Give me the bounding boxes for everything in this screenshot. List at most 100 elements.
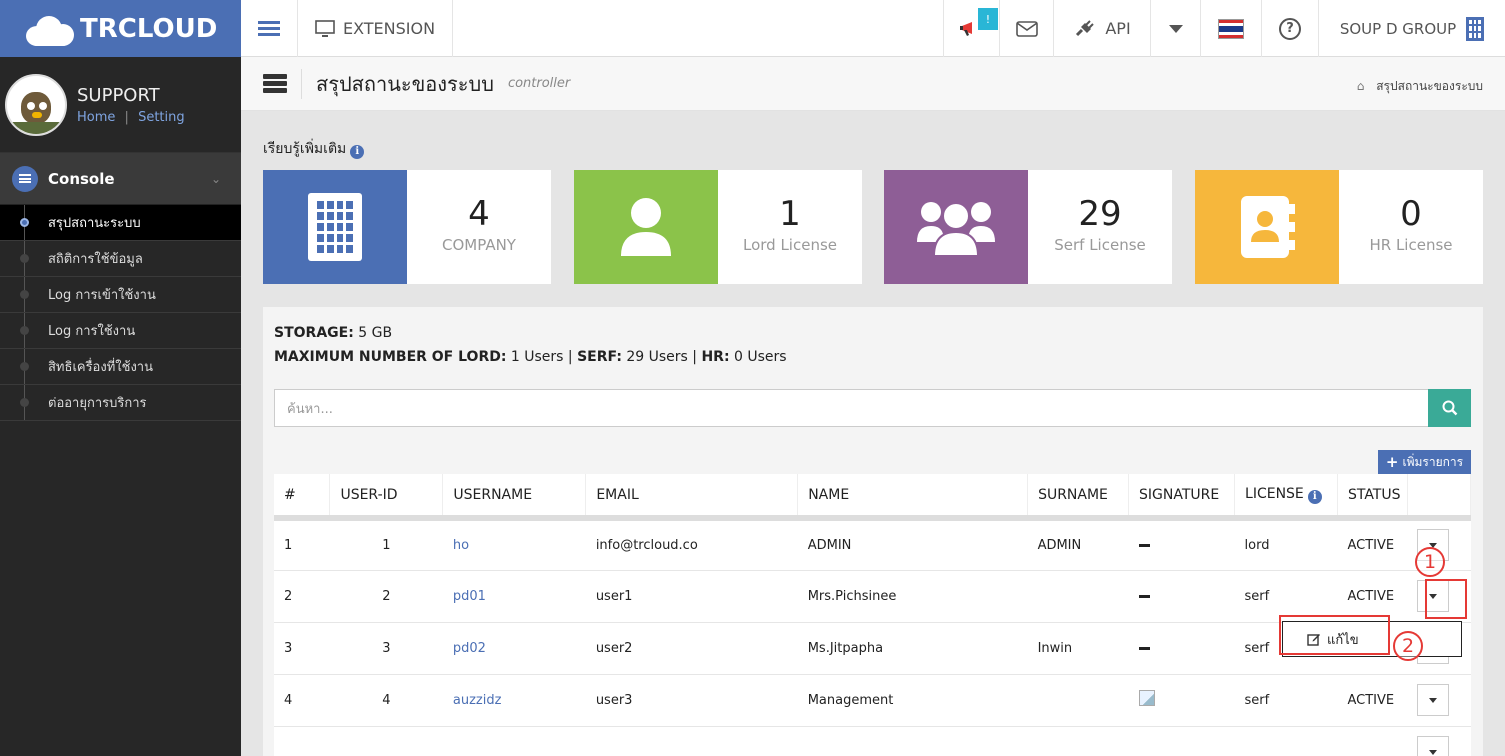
sidebar-item-label: สถิติการใช้ข้อมูล — [48, 252, 143, 267]
page-title: สรุปสถานะของระบบ — [316, 71, 494, 96]
storage-value: 5 GB — [358, 325, 393, 341]
notification-badge: ! — [978, 8, 998, 30]
learn-more[interactable]: เรียบรู้เพิ่มเติม i — [263, 138, 365, 160]
annotation-number-2: 2 — [1393, 631, 1423, 661]
cell-signature — [1128, 674, 1235, 727]
brand-name-rest: CLOUD — [117, 13, 218, 44]
annotation-highlight-edit — [1279, 615, 1390, 655]
info-icon[interactable]: i — [1307, 489, 1322, 504]
avatar[interactable] — [5, 73, 67, 136]
extension-button[interactable]: EXTENSION — [298, 0, 453, 57]
hr-license-count: 0 — [1400, 194, 1422, 234]
console-section-toggle[interactable]: Console ⌄ — [0, 153, 241, 205]
row-actions-dropdown[interactable] — [1417, 736, 1450, 756]
caret-down-icon — [1429, 697, 1438, 703]
search-button[interactable] — [1428, 389, 1471, 427]
announcement-button[interactable]: ! — [943, 0, 1000, 57]
add-item-button[interactable]: + เพิ่มรายการ — [1378, 450, 1471, 474]
caret-down-icon — [1429, 749, 1438, 755]
server-icon — [263, 72, 287, 95]
cell-surname: Inwin — [1027, 622, 1129, 675]
sidebar: SUPPORT Home | Setting Console ⌄ สรุปสถา… — [0, 57, 241, 756]
column-header-username[interactable]: USERNAME — [442, 474, 587, 521]
top-bar: TRCLOUD EXTENSION ! API ? SOUP D GROUP — [0, 0, 1505, 57]
stat-card-serf-license: 29 Serf License — [884, 170, 1172, 284]
add-item-label: เพิ่มรายการ — [1402, 454, 1464, 469]
info-icon[interactable]: i — [350, 145, 365, 159]
column-header-license[interactable]: LICENSE i — [1234, 474, 1338, 521]
sidebar-item-data-usage-stats[interactable]: สถิติการใช้ข้อมูล — [0, 241, 241, 277]
column-header-name[interactable]: NAME — [797, 474, 1029, 521]
learn-more-label: เรียบรู้เพิ่มเติม — [263, 141, 347, 157]
page-subtitle: controller — [507, 76, 571, 91]
monitor-icon — [315, 19, 335, 37]
sidebar-item-label: Log การเข้าใช้งาน — [48, 288, 156, 303]
sidebar-item-device-permissions[interactable]: สิทธิเครื่องที่ใช้งาน — [0, 349, 241, 385]
bullet-icon — [20, 218, 29, 227]
sidebar-item-renew-service[interactable]: ต่ออายุการบริการ — [0, 385, 241, 421]
cell-name: Ms.Jitpapha — [797, 622, 1028, 675]
cell-name: ADMIN — [797, 518, 1028, 571]
cell-signature — [1128, 518, 1235, 571]
lord-license-count: 1 — [779, 194, 801, 234]
messages-button[interactable] — [1000, 0, 1054, 57]
cell-username-link[interactable]: ho — [442, 518, 586, 571]
envelope-icon — [1015, 20, 1038, 37]
sidebar-item-label: สรุปสถานะระบบ — [48, 216, 141, 231]
setting-link[interactable]: Setting — [138, 110, 185, 125]
column-header-signature[interactable]: SIGNATURE — [1128, 474, 1236, 521]
extension-label: EXTENSION — [342, 19, 436, 38]
home-link[interactable]: Home — [77, 110, 115, 125]
row-actions-dropdown[interactable] — [1417, 684, 1450, 716]
empty-signature-dash — [1138, 646, 1150, 650]
company-switcher[interactable]: SOUP D GROUP — [1319, 0, 1505, 57]
home-icon[interactable]: ⌂ — [1357, 79, 1365, 93]
brand-logo[interactable]: TRCLOUD — [0, 0, 241, 57]
page-header: สรุปสถานะของระบบ controller ⌂ สรุปสถานะข… — [241, 57, 1505, 111]
cell-user-id: 2 — [329, 570, 443, 623]
thai-flag-icon — [1218, 18, 1244, 39]
column-header-email[interactable]: EMAIL — [585, 474, 799, 521]
language-button[interactable] — [1201, 0, 1262, 57]
sidebar-item-login-log[interactable]: Log การเข้าใช้งาน — [0, 277, 241, 313]
cell-surname — [1027, 570, 1129, 623]
search-input[interactable]: ค้นหา... — [274, 389, 1429, 427]
column-header-status[interactable]: STATUS — [1337, 474, 1408, 521]
cell-actions — [1407, 674, 1471, 727]
cell-username-link[interactable]: pd02 — [442, 622, 586, 675]
cell-email: user1 — [585, 570, 798, 623]
cell-email: user3 — [585, 674, 798, 727]
cell-user-id: 3 — [329, 622, 443, 675]
table-header-row: # USER-ID USERNAME EMAIL NAME SURNAME SI… — [274, 474, 1472, 521]
sidebar-item-usage-log[interactable]: Log การใช้งาน — [0, 313, 241, 349]
cell-username-link[interactable]: pd01 — [442, 570, 586, 623]
column-header-number[interactable]: # — [274, 474, 331, 521]
help-button[interactable]: ? — [1262, 0, 1319, 57]
hr-label: HR: — [701, 349, 730, 365]
hr-license-label: HR License — [1369, 236, 1453, 254]
plus-icon: + — [1385, 453, 1399, 471]
sidebar-item-system-status[interactable]: สรุปสถานะระบบ — [0, 205, 241, 241]
table-row: 4 4 auzzidz user3 Management serf ACTIVE — [274, 674, 1471, 727]
dropdown-toggle[interactable] — [1151, 0, 1201, 57]
sidebar-item-label: Log การใช้งาน — [48, 324, 136, 339]
column-header-surname[interactable]: SURNAME — [1027, 474, 1130, 521]
empty-signature-dash — [1138, 594, 1150, 598]
menu-toggle-button[interactable] — [241, 0, 298, 57]
brand-name-bold: TR — [80, 13, 118, 44]
column-header-user-id[interactable]: USER-ID — [329, 474, 444, 521]
chevron-down-icon: ⌄ — [210, 171, 221, 186]
api-button[interactable]: API — [1054, 0, 1151, 57]
stat-card-company: 4 COMPANY — [263, 170, 551, 284]
breadcrumb-current: สรุปสถานะของระบบ — [1376, 79, 1483, 93]
cell-signature — [1128, 570, 1235, 623]
cell-username-link[interactable]: auzzidz — [442, 674, 586, 727]
annotation-highlight-dropdown — [1425, 579, 1467, 619]
cell-status: ACTIVE — [1337, 518, 1408, 571]
hamburger-icon — [258, 18, 280, 39]
license-header-label: LICENSE — [1245, 485, 1304, 502]
sidebar-item-label: สิทธิเครื่องที่ใช้งาน — [48, 360, 153, 375]
company-count: 4 — [468, 194, 490, 234]
stat-card-hr-license: 0 HR License — [1195, 170, 1483, 284]
search-icon — [1442, 400, 1457, 416]
